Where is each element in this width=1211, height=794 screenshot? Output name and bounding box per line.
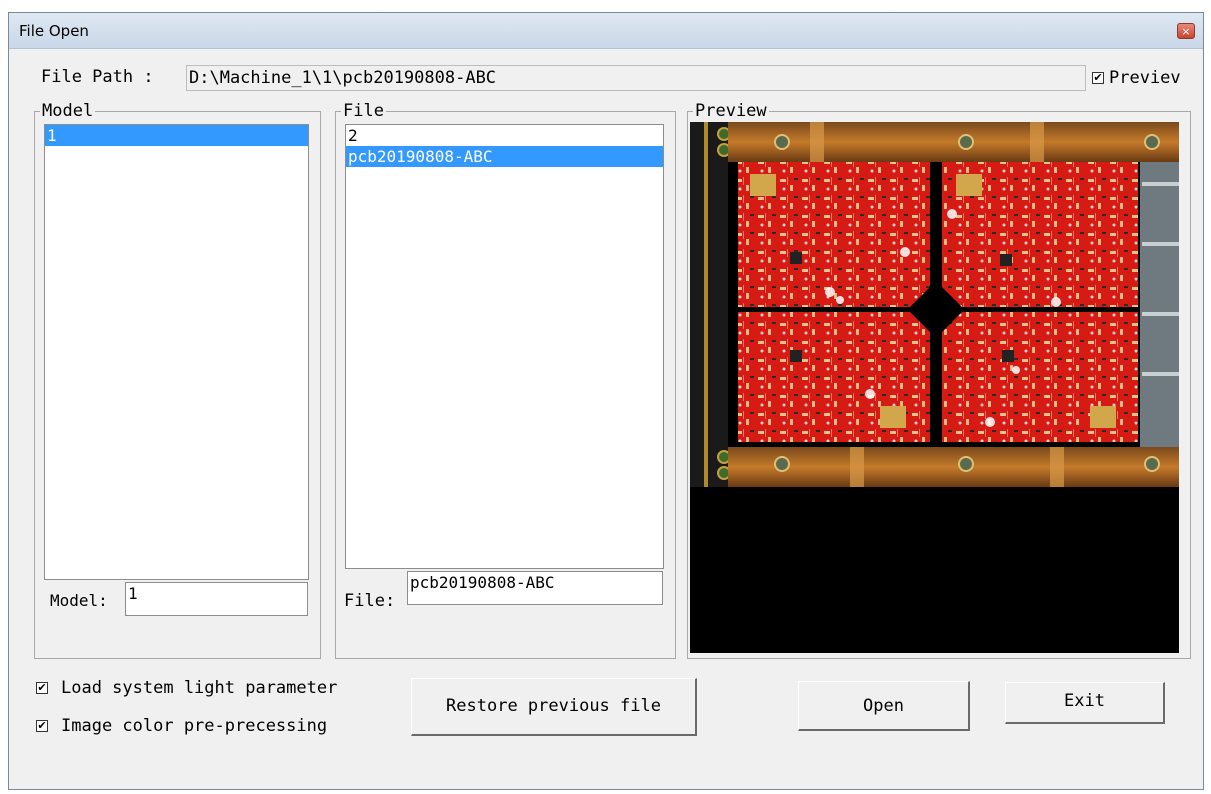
restore-previous-file-button[interactable]: Restore previous file: [411, 678, 697, 736]
title-bar[interactable]: File Open ×: [9, 13, 1203, 49]
file-list-item[interactable]: pcb20190808-ABC: [346, 146, 663, 167]
file-list[interactable]: 2 pcb20190808-ABC: [345, 124, 664, 569]
color-preprocess-checkbox[interactable]: ✔: [36, 720, 48, 732]
close-button[interactable]: ×: [1177, 23, 1195, 39]
exit-button[interactable]: Exit: [1005, 682, 1165, 724]
preview-group-legend: Preview: [693, 101, 769, 121]
color-preprocess-label: Image color pre-precessing: [61, 716, 328, 736]
model-name-input[interactable]: 1: [125, 582, 308, 616]
model-list[interactable]: 1: [44, 124, 309, 580]
pcb-panel-graphic: [690, 122, 1179, 487]
check-mark-icon: ✔: [37, 681, 47, 694]
file-group-legend: File: [341, 101, 386, 121]
window-title: File Open: [19, 22, 89, 40]
pcb-preview-image: [690, 122, 1179, 653]
model-list-item[interactable]: 1: [45, 125, 308, 146]
file-list-item[interactable]: 2: [346, 125, 663, 146]
check-mark-icon: ✔: [1093, 71, 1103, 84]
file-group: File 2 pcb20190808-ABC File: pcb20190808…: [335, 101, 676, 659]
model-group: Model 1 Model: 1: [34, 101, 321, 659]
file-field-label: File:: [344, 591, 396, 611]
load-light-checkbox[interactable]: ✔: [36, 682, 48, 694]
model-group-legend: Model: [40, 101, 96, 121]
file-path-label: File Path :: [41, 67, 154, 87]
file-path-field[interactable]: D:\Machine_1\1\pcb20190808-ABC: [186, 65, 1086, 91]
model-field-label: Model:: [50, 591, 108, 610]
close-icon: ×: [1181, 25, 1191, 38]
preview-checkbox-label: Previev: [1109, 68, 1181, 88]
load-light-label: Load system light parameter: [61, 678, 338, 698]
file-name-input[interactable]: pcb20190808-ABC: [407, 571, 663, 605]
check-mark-icon: ✔: [37, 719, 47, 732]
open-button[interactable]: Open: [798, 681, 970, 731]
preview-checkbox[interactable]: ✔: [1092, 72, 1104, 84]
